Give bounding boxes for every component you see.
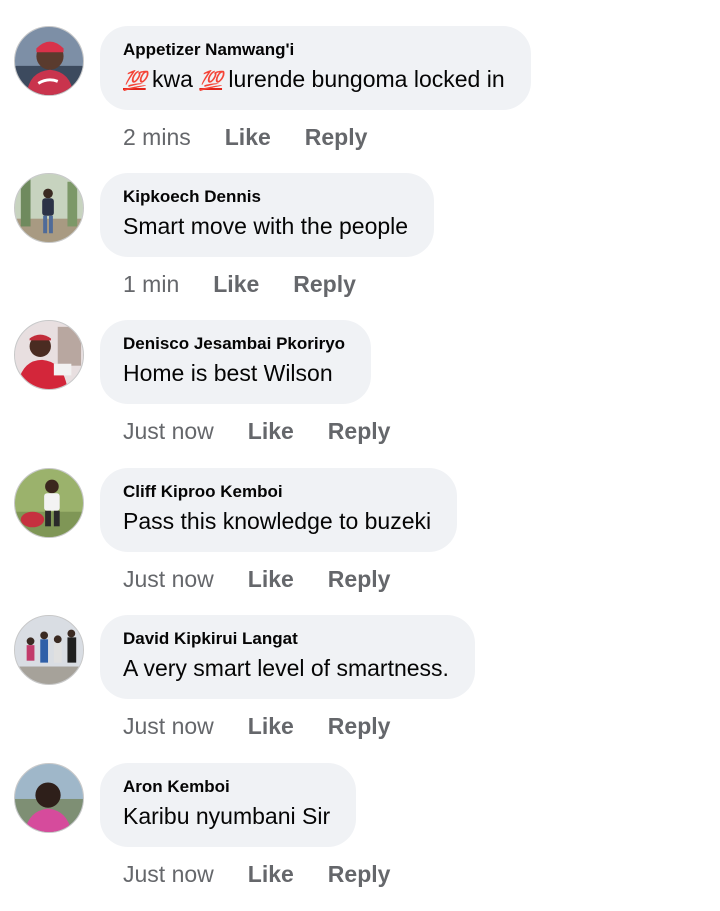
avatar[interactable] bbox=[14, 468, 84, 538]
comment: Appetizer Namwang'i 💯 kwa 💯 lurende bung… bbox=[0, 26, 720, 174]
reply-button[interactable]: Reply bbox=[328, 565, 391, 593]
comment: Kipkoech Dennis Smart move with the peop… bbox=[0, 173, 720, 321]
comment: David Kipkirui Langat A very smart level… bbox=[0, 615, 720, 763]
comment-actions: Just now Like Reply bbox=[123, 712, 390, 740]
avatar[interactable] bbox=[14, 615, 84, 685]
comment-bubble: Appetizer Namwang'i 💯 kwa 💯 lurende bung… bbox=[100, 26, 531, 110]
comment-timestamp[interactable]: 2 mins bbox=[123, 123, 191, 151]
comment-timestamp[interactable]: Just now bbox=[123, 417, 214, 445]
comment-actions: Just now Like Reply bbox=[123, 417, 390, 445]
comment-author[interactable]: Cliff Kiproo Kemboi bbox=[123, 482, 431, 502]
like-button[interactable]: Like bbox=[248, 417, 294, 445]
comment-timestamp[interactable]: Just now bbox=[123, 565, 214, 593]
like-button[interactable]: Like bbox=[248, 565, 294, 593]
avatar[interactable] bbox=[14, 763, 84, 833]
comment-author[interactable]: Appetizer Namwang'i bbox=[123, 40, 505, 60]
hundred-points-icon: 💯 bbox=[199, 71, 223, 92]
comment-bubble: Kipkoech Dennis Smart move with the peop… bbox=[100, 173, 435, 257]
avatar[interactable] bbox=[14, 320, 84, 390]
avatar[interactable] bbox=[14, 173, 84, 243]
comment-bubble: David Kipkirui Langat A very smart level… bbox=[100, 615, 475, 699]
comment-author[interactable]: Aron Kemboi bbox=[123, 777, 330, 797]
comment-text: Smart move with the people bbox=[123, 213, 409, 239]
comment-actions: Just now Like Reply bbox=[123, 565, 390, 593]
like-button[interactable]: Like bbox=[225, 123, 271, 151]
comment-timestamp[interactable]: Just now bbox=[123, 860, 214, 888]
comment-author[interactable]: David Kipkirui Langat bbox=[123, 629, 449, 649]
reply-button[interactable]: Reply bbox=[293, 270, 356, 298]
like-button[interactable]: Like bbox=[213, 270, 259, 298]
avatar-photo bbox=[15, 174, 83, 242]
comment-actions: Just now Like Reply bbox=[123, 860, 390, 888]
comment-actions: 1 min Like Reply bbox=[123, 270, 356, 298]
avatar-photo bbox=[15, 469, 83, 537]
comment-bubble: Denisco Jesambai Pkoriryo Home is best W… bbox=[100, 320, 372, 404]
comment-text: Home is best Wilson bbox=[123, 360, 333, 386]
comment-text: Pass this knowledge to buzeki bbox=[123, 508, 432, 534]
reply-button[interactable]: Reply bbox=[328, 712, 391, 740]
comment-text-part: kwa bbox=[145, 66, 200, 92]
comment-timestamp[interactable]: Just now bbox=[123, 712, 214, 740]
comment-text-part: lurende bungoma locked in bbox=[222, 66, 505, 92]
avatar-photo bbox=[15, 27, 83, 95]
reply-button[interactable]: Reply bbox=[328, 417, 391, 445]
avatar[interactable] bbox=[14, 26, 84, 96]
like-button[interactable]: Like bbox=[248, 860, 294, 888]
comment-actions: 2 mins Like Reply bbox=[123, 123, 367, 151]
comment: Aron Kemboi Karibu nyumbani Sir Just now… bbox=[0, 763, 720, 911]
comment-bubble: Cliff Kiproo Kemboi Pass this knowledge … bbox=[100, 468, 458, 552]
comment: Cliff Kiproo Kemboi Pass this knowledge … bbox=[0, 468, 720, 616]
comment-text: Karibu nyumbani Sir bbox=[123, 803, 331, 829]
comment-bubble: Aron Kemboi Karibu nyumbani Sir bbox=[100, 763, 357, 847]
like-button[interactable]: Like bbox=[248, 712, 294, 740]
comment-text: A very smart level of smartness. bbox=[123, 655, 449, 681]
comment-author[interactable]: Denisco Jesambai Pkoriryo bbox=[123, 334, 345, 354]
avatar-photo bbox=[15, 764, 83, 832]
comment: Denisco Jesambai Pkoriryo Home is best W… bbox=[0, 320, 720, 468]
avatar-photo bbox=[15, 616, 83, 684]
reply-button[interactable]: Reply bbox=[305, 123, 368, 151]
comment-author[interactable]: Kipkoech Dennis bbox=[123, 187, 408, 207]
hundred-points-icon: 💯 bbox=[123, 71, 147, 92]
avatar-photo bbox=[15, 321, 83, 389]
comment-timestamp[interactable]: 1 min bbox=[123, 270, 179, 298]
reply-button[interactable]: Reply bbox=[328, 860, 391, 888]
comment-text: 💯 kwa 💯 lurende bungoma locked in bbox=[123, 65, 505, 96]
